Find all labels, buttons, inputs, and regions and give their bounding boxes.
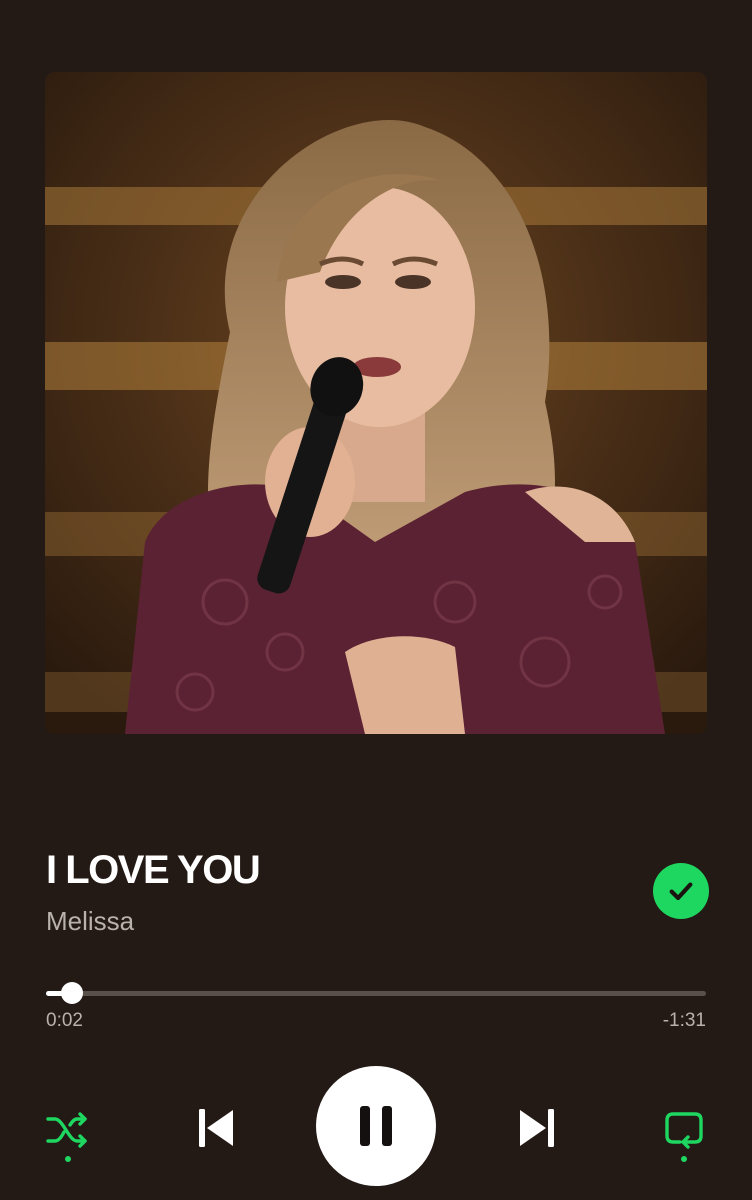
check-icon [669,882,693,901]
album-artwork [45,72,707,734]
skip-previous-icon [199,1109,233,1147]
shuffle-button[interactable] [40,1100,96,1162]
liked-button[interactable] [653,863,709,919]
repeat-button[interactable] [656,1100,712,1162]
play-pause-button[interactable] [316,1066,436,1186]
elapsed-time: 0:02 [46,1010,83,1031]
shuffle-icon [46,1112,87,1148]
track-artist[interactable]: Melissa [46,906,134,937]
artwork-image [45,72,707,734]
pause-icon [360,1106,392,1146]
remaining-time: -1:31 [662,1010,706,1031]
track-title[interactable]: I LOVE YOU [46,848,261,893]
previous-button[interactable] [185,1098,245,1158]
repeat-icon [665,1112,703,1149]
progress-bar[interactable] [46,980,706,1006]
progress-handle[interactable] [61,982,84,1004]
progress-track [46,991,706,996]
next-button[interactable] [508,1098,568,1158]
skip-next-icon [520,1109,554,1147]
repeat-active-indicator [681,1156,687,1162]
shuffle-active-indicator [65,1156,71,1162]
